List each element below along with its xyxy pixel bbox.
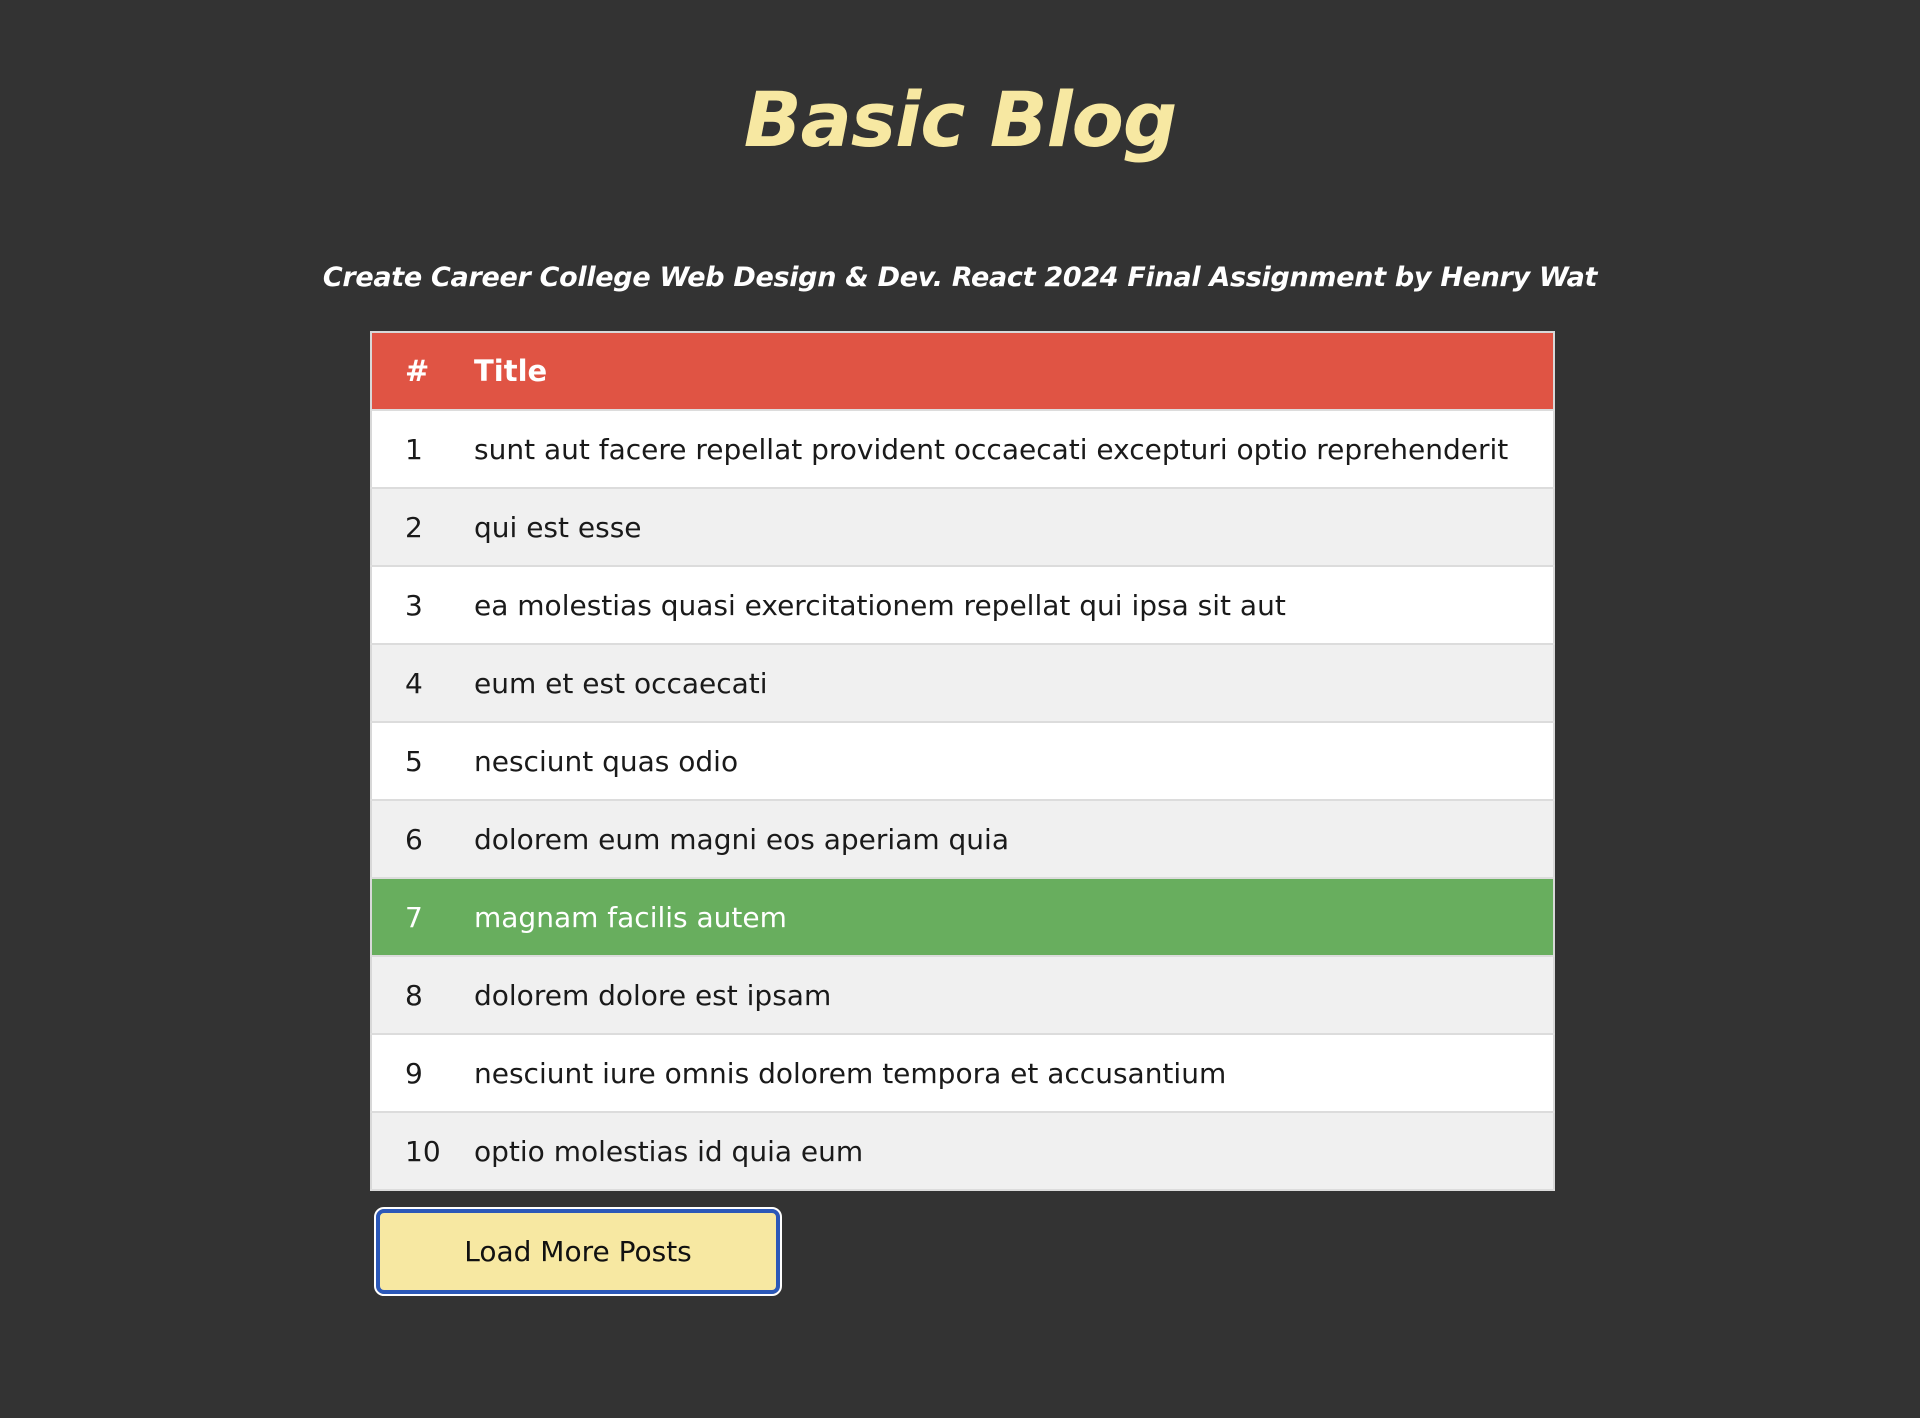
table-row[interactable]: 3 ea molestias quasi exercitationem repe… xyxy=(371,566,1554,645)
table-row[interactable]: 6 dolorem eum magni eos aperiam quia xyxy=(371,800,1554,879)
posts-table: # Title 1 sunt aut facere repellat provi… xyxy=(370,331,1555,1191)
table-row[interactable]: 1 sunt aut facere repellat provident occ… xyxy=(371,410,1554,489)
post-title: sunt aut facere repellat provident occae… xyxy=(474,410,1554,489)
post-title: ea molestias quasi exercitationem repell… xyxy=(474,566,1554,645)
post-number: 9 xyxy=(371,1034,474,1113)
post-number: 3 xyxy=(371,566,474,645)
post-title: qui est esse xyxy=(474,488,1554,567)
page-subtitle: Create Career College Web Design & Dev. … xyxy=(322,262,1598,293)
table-row[interactable]: 5 nesciunt quas odio xyxy=(371,722,1554,801)
column-header-number: # xyxy=(371,332,474,411)
post-title: dolorem dolore est ipsam xyxy=(474,956,1554,1035)
table-row[interactable]: 8 dolorem dolore est ipsam xyxy=(371,956,1554,1035)
load-more-posts-button[interactable]: Load More Posts xyxy=(374,1207,782,1296)
post-title: nesciunt quas odio xyxy=(474,722,1554,801)
post-title: nesciunt iure omnis dolorem tempora et a… xyxy=(474,1034,1554,1113)
post-number: 6 xyxy=(371,800,474,879)
post-number: 10 xyxy=(371,1112,474,1191)
page-title: Basic Blog xyxy=(743,75,1178,164)
table-row-selected[interactable]: 7 magnam facilis autem xyxy=(371,878,1554,957)
post-number: 2 xyxy=(371,488,474,567)
post-number: 7 xyxy=(371,878,474,957)
column-header-title: Title xyxy=(474,332,1554,411)
post-number: 1 xyxy=(371,410,474,489)
table-row[interactable]: 10 optio molestias id quia eum xyxy=(371,1112,1554,1191)
post-number: 8 xyxy=(371,956,474,1035)
table-row[interactable]: 4 eum et est occaecati xyxy=(371,644,1554,723)
table-row[interactable]: 2 qui est esse xyxy=(371,488,1554,567)
post-number: 5 xyxy=(371,722,474,801)
post-title: eum et est occaecati xyxy=(474,644,1554,723)
post-title: magnam facilis autem xyxy=(474,878,1554,957)
post-number: 4 xyxy=(371,644,474,723)
post-title: dolorem eum magni eos aperiam quia xyxy=(474,800,1554,879)
post-title: optio molestias id quia eum xyxy=(474,1112,1554,1191)
table-row[interactable]: 9 nesciunt iure omnis dolorem tempora et… xyxy=(371,1034,1554,1113)
table-header-row: # Title xyxy=(371,332,1554,411)
